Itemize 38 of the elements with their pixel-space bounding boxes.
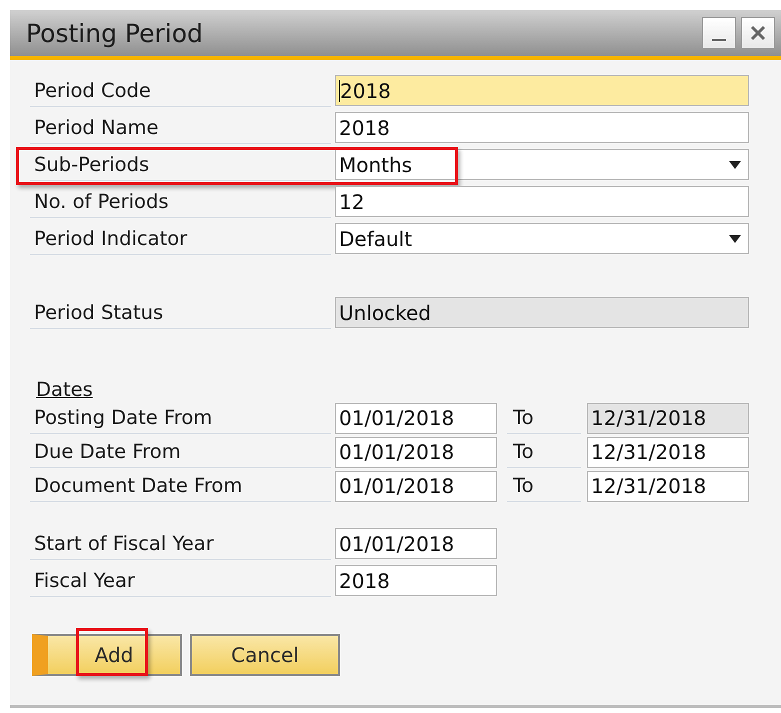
field-label: To: [507, 402, 581, 434]
cancel-button[interactable]: Cancel: [190, 634, 340, 676]
dropdown-arrow-icon: [728, 234, 742, 244]
field-label: Fiscal Year: [30, 564, 331, 596]
date-field[interactable]: 12/31/2018: [587, 436, 749, 468]
input-field[interactable]: 01/01/2018: [335, 528, 497, 559]
field-label: Period Indicator: [30, 222, 331, 254]
field-label: To: [507, 470, 581, 502]
window-title: Posting Period: [26, 18, 204, 48]
dropdown-field[interactable]: Months: [335, 149, 749, 180]
status-field: Unlocked: [335, 297, 749, 328]
date-field: 12/31/2018: [587, 402, 749, 434]
date-field[interactable]: 01/01/2018: [335, 402, 497, 434]
close-icon: [748, 23, 768, 43]
date-field[interactable]: 01/01/2018: [335, 470, 497, 502]
field-label: Period Name: [30, 112, 331, 144]
minimize-icon: [712, 39, 726, 41]
dropdown-field[interactable]: Default: [335, 223, 749, 254]
add-button[interactable]: Add: [32, 634, 182, 676]
field-label: Period Code: [30, 74, 331, 106]
field-label: No. of Periods: [30, 186, 331, 218]
minimize-button[interactable]: [702, 17, 736, 49]
field-label: Period Status: [30, 296, 331, 328]
field-label: Posting Date From: [30, 402, 331, 434]
field-label: To: [507, 436, 581, 468]
close-button[interactable]: [741, 17, 775, 49]
section-heading: Dates: [35, 378, 93, 401]
field-label: Document Date From: [30, 470, 331, 502]
dropdown-arrow-icon: [728, 160, 742, 170]
input-field[interactable]: 2018: [335, 565, 497, 596]
field-label: Start of Fiscal Year: [30, 528, 331, 560]
input-field[interactable]: 12: [335, 186, 749, 217]
input-field[interactable]: 2018: [335, 75, 749, 106]
field-label: Due Date From: [30, 436, 331, 468]
date-field[interactable]: 12/31/2018: [587, 470, 749, 502]
field-label: Sub-Periods: [30, 148, 331, 180]
date-field[interactable]: 01/01/2018: [335, 436, 497, 468]
input-field[interactable]: 2018: [335, 112, 749, 143]
